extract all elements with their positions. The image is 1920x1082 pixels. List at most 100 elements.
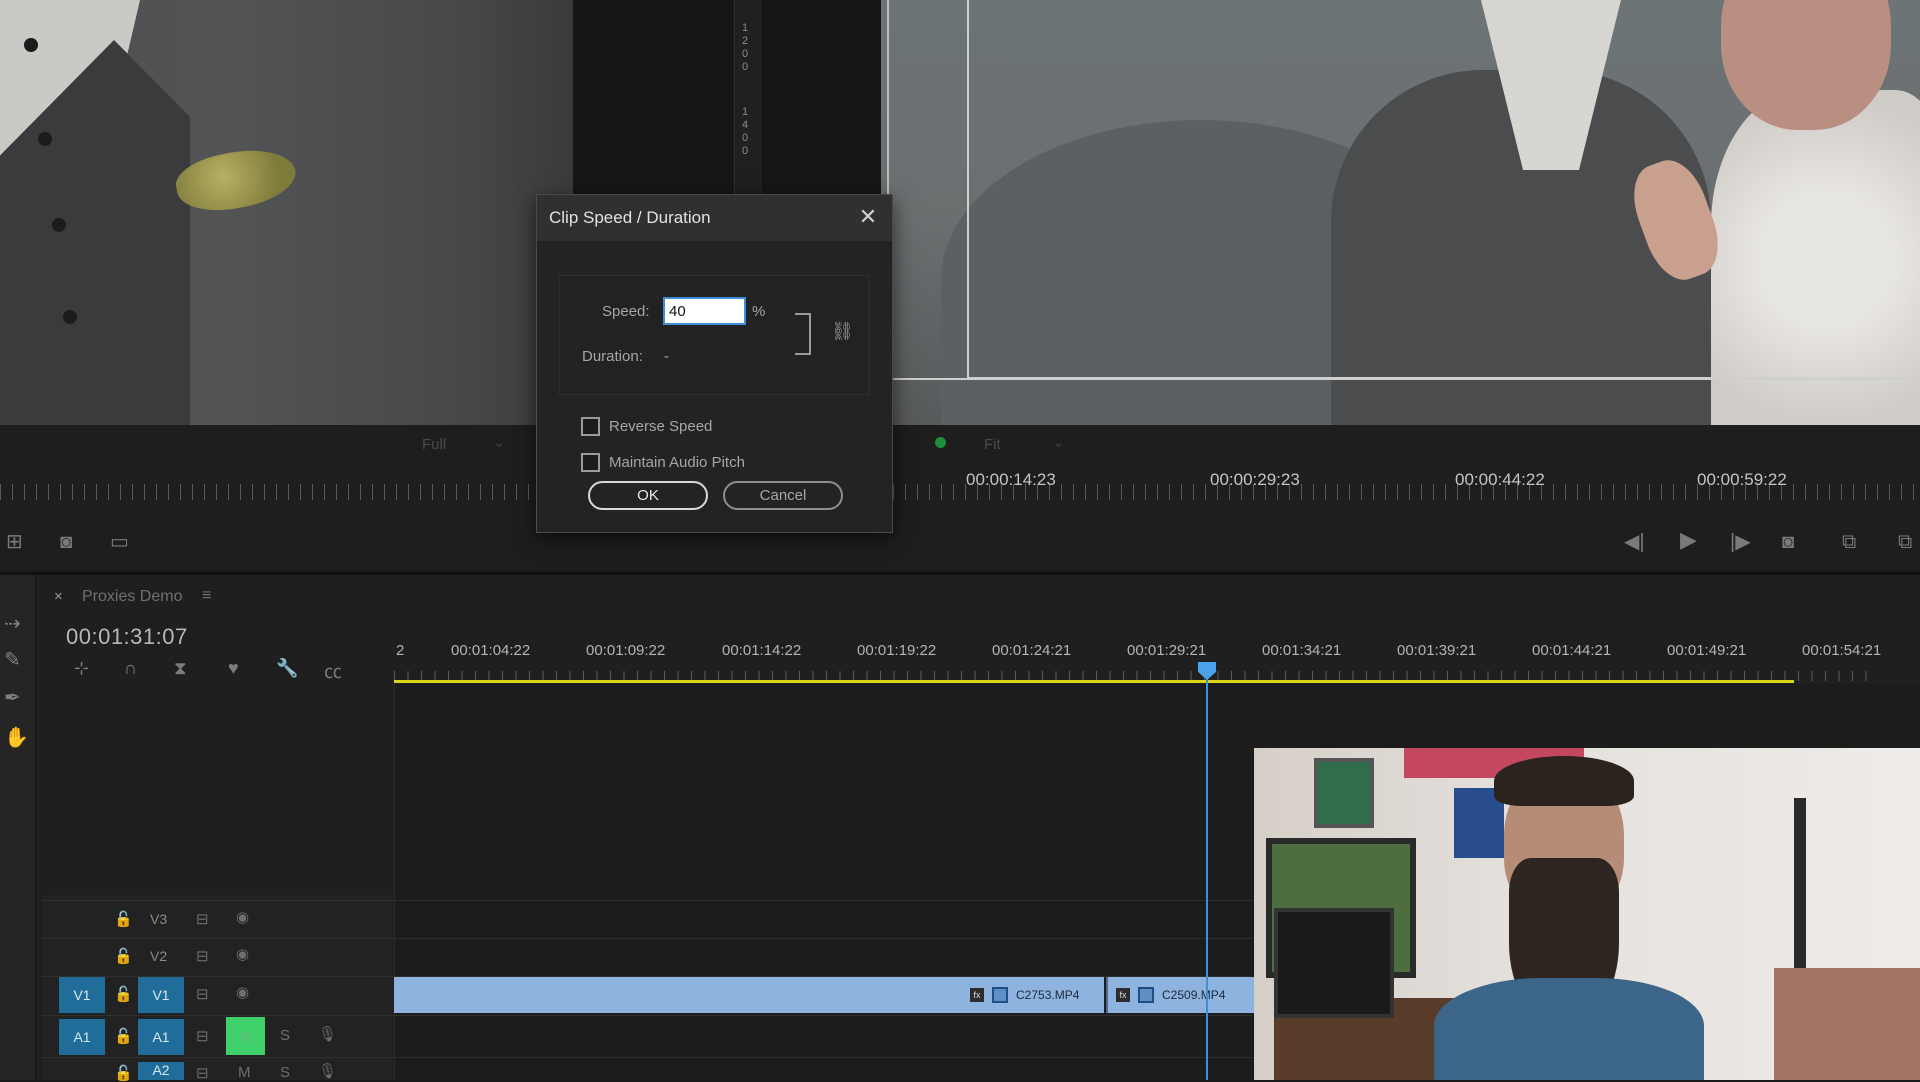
ripple-edit-icon[interactable]: ✎: [4, 647, 21, 672]
linked-selection-icon[interactable]: ⧗: [174, 658, 187, 679]
ruler-number: 1200: [739, 22, 751, 74]
snap-icon[interactable]: ∩: [124, 658, 137, 679]
add-marker-icon[interactable]: ♥: [228, 658, 239, 679]
work-area-bar[interactable]: [394, 680, 1794, 683]
monitor-screen: [1274, 908, 1394, 1018]
action-safe-frame: [887, 0, 1920, 380]
cancel-button[interactable]: Cancel: [723, 481, 843, 510]
track-target-a1[interactable]: A1: [138, 1019, 184, 1055]
microphone-icon[interactable]: 🎙: [318, 1062, 337, 1080]
speed-label: Speed:: [602, 303, 650, 320]
track-select-icon[interactable]: ⇢: [4, 611, 21, 636]
overlay-icon[interactable]: ⧉: [1898, 532, 1912, 552]
source-time-ruler[interactable]: [0, 484, 536, 500]
ruler-time: 00:01:14:22: [722, 642, 802, 659]
track-label-v2[interactable]: V2: [150, 948, 167, 964]
ok-button[interactable]: OK: [588, 481, 708, 510]
vest-button: [63, 310, 77, 324]
ruler-number: 1400: [739, 106, 751, 158]
track-target-v1[interactable]: V1: [138, 977, 184, 1013]
source-patch-a1[interactable]: A1: [59, 1019, 105, 1055]
insert-icon[interactable]: ⊞: [6, 532, 23, 552]
nest-icon[interactable]: ⊹: [74, 658, 89, 679]
link-icon[interactable]: ⛓: [831, 321, 854, 342]
sync-lock-icon[interactable]: ⊟: [196, 910, 209, 928]
link-bracket: [795, 313, 811, 355]
solo-button-a2[interactable]: S: [280, 1064, 290, 1081]
playhead-timecode[interactable]: 00:01:31:07: [66, 624, 188, 650]
status-dot: [935, 437, 946, 448]
eye-icon[interactable]: ◉: [236, 908, 249, 926]
ruler-time: 00:01:44:21: [1532, 642, 1612, 659]
link-icon: [992, 987, 1008, 1003]
mute-button-a2[interactable]: M: [238, 1064, 251, 1081]
play-icon[interactable]: ▶: [1680, 529, 1697, 551]
source-zoom-select[interactable]: Full: [422, 436, 446, 453]
button-editor-icon[interactable]: ▭: [110, 532, 129, 552]
step-forward-icon[interactable]: |▶: [1730, 532, 1751, 552]
hair: [1494, 756, 1634, 806]
step-back-icon[interactable]: ◀|: [1624, 532, 1645, 552]
lock-icon[interactable]: 🔓: [114, 947, 133, 965]
chevron-down-icon[interactable]: ⌄: [493, 433, 506, 451]
ruler-time: 00:01:54:21: [1802, 642, 1882, 659]
track-divider: [42, 1057, 1252, 1058]
clip-name: C2753.MP4: [1016, 988, 1080, 1002]
sync-lock-icon[interactable]: ⊟: [196, 947, 209, 965]
hand-icon[interactable]: ✋: [4, 725, 29, 750]
reverse-speed-label[interactable]: Reverse Speed: [609, 418, 712, 435]
eye-icon[interactable]: ◉: [236, 945, 249, 963]
vest-button: [38, 132, 52, 146]
lock-icon[interactable]: 🔓: [114, 1064, 133, 1082]
sync-lock-icon[interactable]: ⊟: [196, 1064, 209, 1082]
close-icon[interactable]: ×: [54, 588, 63, 605]
clip-name: C2509.MP4: [1162, 988, 1226, 1002]
ruler-time: 2: [396, 642, 405, 659]
program-zoom-select[interactable]: Fit: [984, 436, 1001, 453]
pen-icon[interactable]: ✒: [4, 685, 21, 710]
sequence-tab[interactable]: Proxies Demo: [82, 588, 182, 606]
playhead[interactable]: [1206, 671, 1208, 1080]
camera-icon[interactable]: ◙: [1782, 532, 1794, 552]
solo-button-a1[interactable]: S: [280, 1027, 290, 1044]
dialog-title: Clip Speed / Duration: [549, 208, 711, 227]
video-clip[interactable]: fx C2509.MP4: [1106, 977, 1254, 1013]
mute-button-a1[interactable]: M: [226, 1017, 265, 1055]
duration-label: Duration:: [582, 348, 643, 365]
ruler-time: 00:01:39:21: [1397, 642, 1477, 659]
microphone-icon[interactable]: 🎙: [318, 1025, 337, 1043]
lock-icon[interactable]: 🔓: [114, 1027, 133, 1045]
camera-icon[interactable]: ◙: [60, 532, 72, 552]
maintain-pitch-label[interactable]: Maintain Audio Pitch: [609, 454, 745, 471]
program-ruler-time: 00:00:29:23: [1210, 470, 1300, 489]
captions-icon[interactable]: ㏄: [324, 658, 342, 684]
program-ruler-time: 00:00:14:23: [966, 470, 1056, 489]
chevron-down-icon[interactable]: ⌄: [1052, 433, 1065, 451]
program-monitor-video: [881, 0, 1920, 425]
video-clip[interactable]: fx C2753.MP4: [962, 977, 1104, 1013]
duration-value[interactable]: -: [664, 348, 669, 365]
compare-view-icon[interactable]: ⧉: [1842, 532, 1856, 552]
track-target-a2[interactable]: A2: [138, 1062, 184, 1080]
link-icon: [1138, 987, 1154, 1003]
wrench-icon[interactable]: 🔧: [276, 658, 298, 679]
shirt: [1434, 978, 1704, 1080]
eye-icon[interactable]: ◉: [236, 983, 249, 1001]
lock-icon[interactable]: 🔓: [114, 910, 133, 928]
vest-button: [52, 218, 66, 232]
wall-frame: [1314, 758, 1374, 828]
track-label-v3[interactable]: V3: [150, 911, 167, 927]
panel-menu-icon[interactable]: ≡: [202, 587, 211, 605]
reverse-speed-checkbox[interactable]: [581, 417, 600, 436]
ruler-time: 00:01:04:22: [451, 642, 531, 659]
clip-speed-dialog: Clip Speed / Duration ✕ Speed: % Duratio…: [536, 194, 893, 533]
close-icon[interactable]: ✕: [855, 204, 881, 230]
sync-lock-icon[interactable]: ⊟: [196, 985, 209, 1003]
maintain-pitch-checkbox[interactable]: [581, 453, 600, 472]
sync-lock-icon[interactable]: ⊟: [196, 1027, 209, 1045]
ruler-time: 00:01:19:22: [857, 642, 937, 659]
source-monitor-video: [0, 0, 573, 425]
source-patch-v1[interactable]: V1: [59, 977, 105, 1013]
lock-icon[interactable]: 🔓: [114, 985, 133, 1003]
speed-input[interactable]: [663, 297, 746, 325]
